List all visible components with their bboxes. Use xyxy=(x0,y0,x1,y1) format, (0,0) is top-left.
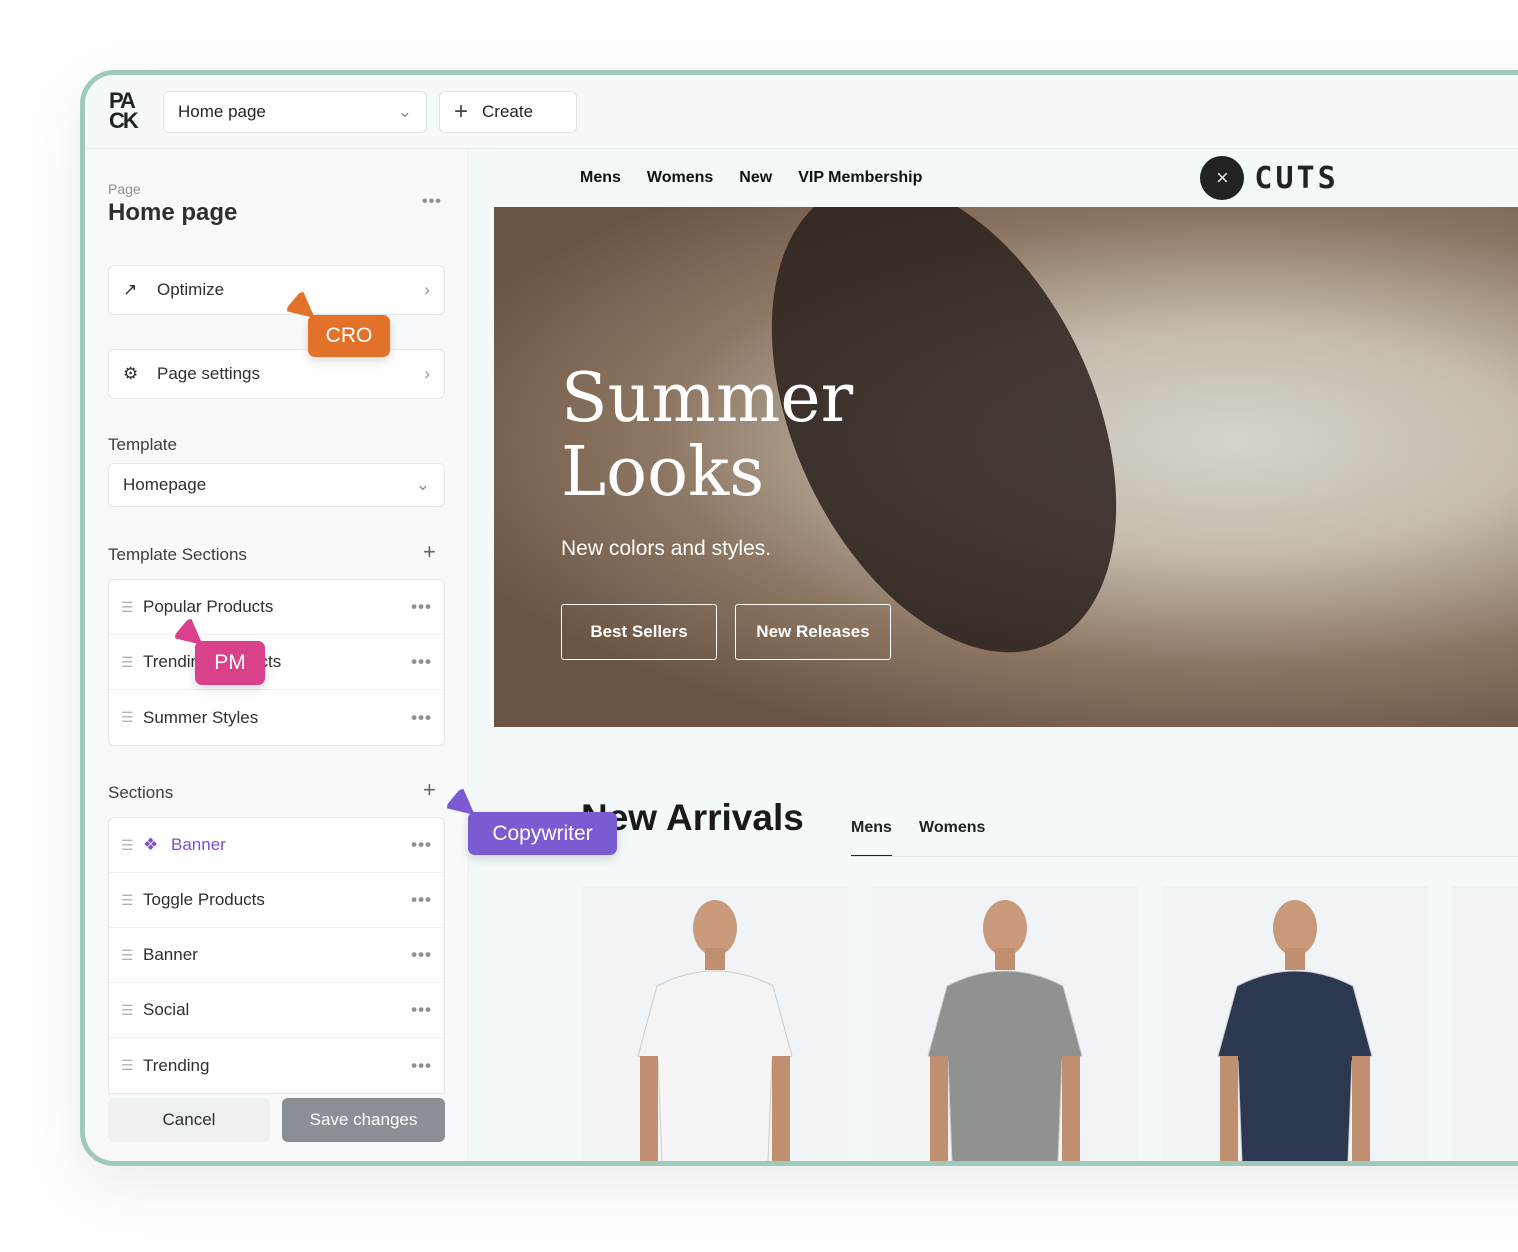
page-label: Page xyxy=(108,181,141,197)
product-card[interactable] xyxy=(1452,886,1518,1161)
section-label: Toggle Products xyxy=(143,890,265,909)
list-item[interactable]: ☰ Trending ••• xyxy=(109,1038,444,1093)
page-title: Home page xyxy=(108,199,238,226)
product-card[interactable] xyxy=(1162,886,1428,1161)
sidebar: Page Home page ••• ↗ Optimize › ⚙ Page sett… xyxy=(85,149,469,1161)
list-item[interactable]: ☰ Banner ••• xyxy=(109,928,444,983)
hero-subtitle: New colors and styles. xyxy=(561,537,772,560)
list-item[interactable]: ☰ Summer Styles ••• xyxy=(109,690,444,745)
page-more-icon[interactable]: ••• xyxy=(422,193,442,211)
template-sections-label: Template Sections xyxy=(108,545,247,564)
template-select[interactable]: Homepage ⌄ xyxy=(108,463,445,507)
list-item[interactable]: ☰ Social ••• xyxy=(109,983,444,1038)
store-nav: Mens Womens New VIP Membership × CUTS xyxy=(494,149,1518,207)
pm-cursor-label: PM xyxy=(195,641,265,685)
product-image xyxy=(1217,900,1373,1161)
more-icon[interactable]: ••• xyxy=(411,890,432,910)
top-bar: PA CK Home page ⌄ + Create xyxy=(85,75,1518,149)
drag-handle-icon[interactable]: ☰ xyxy=(121,892,143,909)
save-changes-button[interactable]: Save changes xyxy=(282,1098,445,1142)
chevron-right-icon: › xyxy=(424,280,430,299)
product-card[interactable] xyxy=(872,886,1138,1161)
drag-handle-icon[interactable]: ☰ xyxy=(121,1002,143,1019)
drag-handle-icon[interactable]: ☰ xyxy=(121,1057,143,1074)
brand-logo-icon: × xyxy=(1200,156,1245,200)
nav-link-new[interactable]: New xyxy=(739,169,772,187)
section-label: Popular Products xyxy=(143,597,274,616)
more-icon[interactable]: ••• xyxy=(411,652,432,672)
section-label: Banner xyxy=(143,945,198,964)
plus-icon: + xyxy=(454,98,469,125)
hero-title-line: Summer xyxy=(561,359,854,438)
nav-link-vip[interactable]: VIP Membership xyxy=(798,169,922,187)
list-item[interactable]: ☰ Toggle Products ••• xyxy=(109,873,444,928)
chevron-down-icon: ⌄ xyxy=(415,475,430,494)
create-button[interactable]: + Create xyxy=(439,91,577,133)
drag-handle-icon[interactable]: ☰ xyxy=(121,947,143,964)
list-item[interactable]: ☰Trending Products••• xyxy=(109,635,444,690)
template-value: Homepage xyxy=(123,475,207,494)
cancel-button[interactable]: Cancel xyxy=(108,1098,270,1142)
more-icon[interactable]: ••• xyxy=(411,708,432,728)
template-sections-list: ☰Popular Products••• ☰Trending Products•… xyxy=(108,579,445,746)
component-icon: ❖ xyxy=(143,835,159,854)
store-preview: Mens Womens New VIP Membership × CUTS Su… xyxy=(469,149,1518,1161)
drag-handle-icon[interactable]: ☰ xyxy=(121,709,143,726)
product-image xyxy=(637,900,793,1161)
section-label: Social xyxy=(143,1000,190,1019)
drag-handle-icon[interactable]: ☰ xyxy=(121,654,143,671)
optimize-label: Optimize xyxy=(157,280,225,299)
sections-label: Sections xyxy=(108,783,174,802)
nav-link-womens[interactable]: Womens xyxy=(647,169,713,187)
more-icon[interactable]: ••• xyxy=(411,835,432,855)
nav-link-mens[interactable]: Mens xyxy=(580,169,621,187)
tab-womens[interactable]: Womens xyxy=(919,819,985,837)
sections-list: ☰ ❖ Banner ••• ☰ Toggle Products ••• ☰ Banner •… xyxy=(108,817,445,1094)
pack-logo: PA CK xyxy=(109,88,139,133)
create-label: Create xyxy=(482,102,534,121)
tabs-divider xyxy=(851,856,1518,857)
product-card[interactable] xyxy=(582,886,848,1161)
chevron-down-icon: ⌄ xyxy=(397,102,412,121)
add-template-section-icon[interactable]: + xyxy=(423,539,436,565)
more-icon[interactable]: ••• xyxy=(411,1056,432,1076)
section-label: Banner xyxy=(171,835,226,854)
new-releases-button[interactable]: New Releases xyxy=(735,604,891,660)
hero-title-line: Looks xyxy=(561,433,765,512)
section-label: Trending xyxy=(143,1055,210,1075)
chevron-right-icon: › xyxy=(424,364,430,383)
hero-title: Summer Looks xyxy=(561,362,853,510)
more-icon[interactable]: ••• xyxy=(411,597,432,617)
copywriter-cursor-label: Copywriter xyxy=(468,812,617,855)
drag-handle-icon[interactable]: ☰ xyxy=(121,837,143,854)
app-window: PA CK Home page ⌄ + Create Page Home page •… xyxy=(80,70,1518,1166)
tab-mens[interactable]: Mens xyxy=(851,819,892,857)
add-section-icon[interactable]: + xyxy=(423,777,436,803)
page-settings-label: Page settings xyxy=(157,364,261,383)
list-item[interactable]: ☰ Popular Products ••• xyxy=(109,580,444,635)
page-settings-button[interactable]: ⚙ Page settings › xyxy=(108,349,445,399)
best-sellers-button[interactable]: Best Sellers xyxy=(561,604,717,660)
section-label: Summer Styles xyxy=(143,707,259,727)
page-select-value: Home page xyxy=(178,102,266,121)
gear-icon: ⚙ xyxy=(123,364,139,383)
more-icon[interactable]: ••• xyxy=(411,945,432,965)
list-item[interactable]: ☰ ❖ Banner ••• xyxy=(109,818,444,873)
product-image xyxy=(927,900,1083,1161)
cro-cursor-label: CRO xyxy=(308,315,390,357)
template-label: Template xyxy=(108,435,177,454)
optimize-button[interactable]: ↗ Optimize › xyxy=(108,265,445,315)
more-icon[interactable]: ••• xyxy=(411,1000,432,1020)
hero-banner: Summer Looks New colors and styles. Best … xyxy=(494,207,1518,727)
brand-name[interactable]: CUTS xyxy=(1254,161,1338,196)
trend-up-icon: ↗ xyxy=(123,280,138,299)
drag-handle-icon[interactable]: ☰ xyxy=(121,599,143,616)
page-select[interactable]: Home page ⌄ xyxy=(163,91,427,133)
